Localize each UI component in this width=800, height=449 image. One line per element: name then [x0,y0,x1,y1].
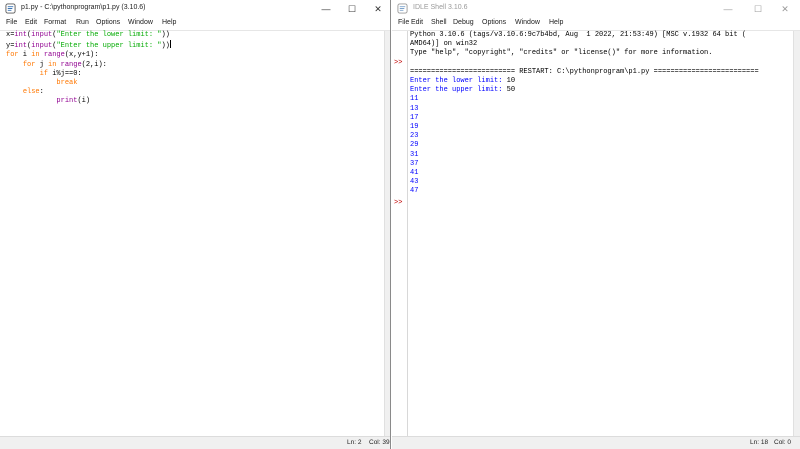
output-line: 13 [410,104,419,113]
close-button[interactable]: ✕ [365,0,390,18]
editor-line-number: Ln: 2 [347,439,362,446]
menu-run[interactable]: Run [76,19,89,26]
minimize-button[interactable]: — [313,0,339,18]
code-editor[interactable]: x=int(input("Enter the lower limit: ")) y… [6,31,171,107]
output-line: 29 [410,141,419,150]
menu-options[interactable]: Options [482,19,506,26]
menu-file[interactable]: File [6,19,17,26]
shell-prompt-marker: >> [394,199,403,207]
text-cursor [169,40,171,49]
input-prompt-upper: Enter the upper limit: 50 [410,86,516,95]
code-line-5: if i%j==0: [39,69,82,78]
banner-line: AMD64)] on win32 [410,40,478,49]
shell-statusbar: Ln: 18 Col: 0 [392,436,800,449]
menu-edit[interactable]: Edit [25,19,37,26]
maximize-button[interactable]: ☐ [339,0,365,18]
editor-title: p1.py - C:\pythonprogram\p1.py (3.10.6) [21,4,146,11]
minimize-button[interactable]: — [715,0,741,18]
menu-options[interactable]: Options [96,19,120,26]
shell-titlebar[interactable]: IDLE Shell 3.10.6 — ☐ ✕ [392,0,800,18]
menu-edit[interactable]: Edit [411,19,423,26]
input-prompt-lower: Enter the lower limit: 10 [410,77,516,86]
editor-menubar: File Edit Format Run Options Window Help [0,18,390,30]
close-button[interactable]: ✕ [772,0,798,18]
code-line-7: else: [22,88,44,97]
shell-window: IDLE Shell 3.10.6 — ☐ ✕ File Edit Shell … [392,0,800,449]
editor-scrollbar[interactable] [384,31,390,436]
output-line: 31 [410,150,419,159]
shell-prompt-marker: >> [394,59,403,67]
editor-titlebar[interactable]: p1.py - C:\pythonprogram\p1.py (3.10.6) … [0,0,390,18]
shell-column-number: Col: 0 [774,439,791,446]
menu-debug[interactable]: Debug [453,19,474,26]
code-line-3: for i in range(x,y+1): [6,51,99,60]
shell-title: IDLE Shell 3.10.6 [413,4,468,11]
output-line: 47 [410,187,419,196]
editor-statusbar: Ln: 2 Col: 39 [0,436,390,449]
output-line: 17 [410,113,419,122]
menu-file[interactable]: File [398,19,409,26]
output-line: 41 [410,169,419,178]
code-line-4: for j in range(2,i): [22,60,107,69]
output-line: 23 [410,132,419,141]
menu-shell[interactable]: Shell [431,19,447,26]
code-line-8: print(i) [56,97,91,106]
maximize-button[interactable]: ☐ [745,0,771,18]
shell-prompt-gutter: >> >> [392,31,408,436]
output-line: 19 [410,123,419,132]
menu-window[interactable]: Window [128,19,153,26]
shell-output[interactable]: Python 3.10.6 (tags/v3.10.6:9c7b4bd, Aug… [410,31,759,197]
shell-scrollbar[interactable] [793,31,800,436]
menu-help[interactable]: Help [549,19,563,26]
editor-window: p1.py - C:\pythonprogram\p1.py (3.10.6) … [0,0,391,449]
editor-column-number: Col: 39 [369,439,390,446]
python-idle-icon [5,3,16,14]
menu-window[interactable]: Window [515,19,540,26]
python-idle-icon [397,3,408,14]
restart-line: ​ [410,59,759,68]
code-line-1: x=int(input("Enter the lower limit: ")) [6,31,170,39]
shell-menubar: File Edit Shell Debug Options Window Hel… [392,18,800,30]
banner-line: Python 3.10.6 (tags/v3.10.6:9c7b4bd, Aug… [410,31,747,39]
code-line-6: break [56,79,78,88]
output-line: 37 [410,159,419,168]
code-line-2: y=int(input("Enter the upper limit: ")) [6,40,171,51]
restart-banner: ========================= RESTART: C:\py… [410,67,759,76]
output-line: 11 [410,95,419,104]
shell-line-number: Ln: 18 [750,439,769,446]
output-line: 43 [410,178,419,187]
menu-format[interactable]: Format [44,19,66,26]
banner-line: Type "help", "copyright", "credits" or "… [410,49,713,58]
menu-help[interactable]: Help [162,19,176,26]
